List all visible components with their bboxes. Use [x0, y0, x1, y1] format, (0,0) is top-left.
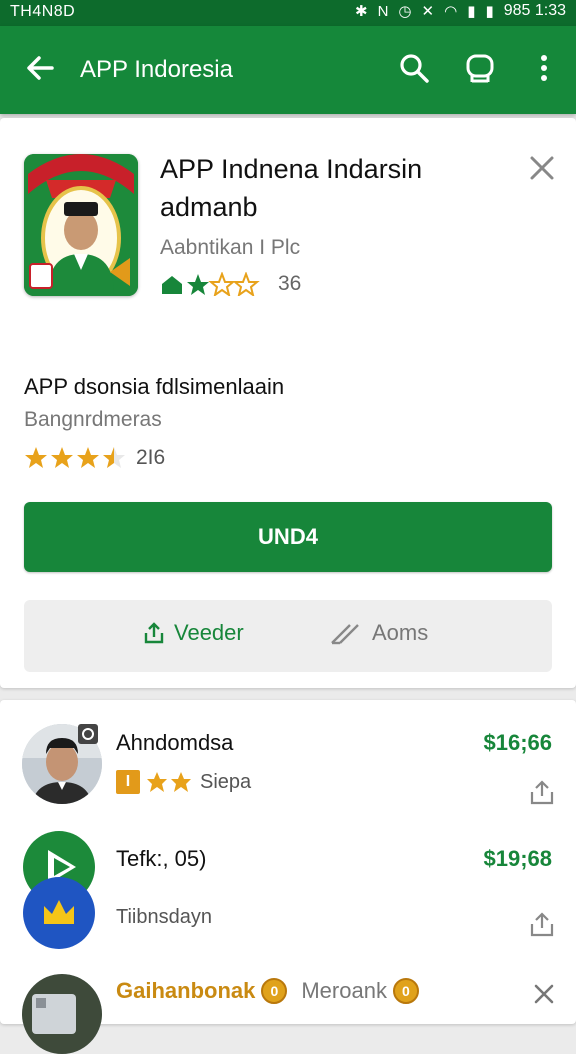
- list-item-price: $19;68: [483, 846, 552, 871]
- related-apps-card: Ahndomdsa $16;66 I Siepa Tefk:, 05) $19;…: [0, 700, 576, 1054]
- back-arrow-icon[interactable]: [22, 50, 58, 86]
- share-label: Veeder: [174, 620, 244, 645]
- search-icon[interactable]: [396, 50, 432, 86]
- list-item-name: Gaihanbonak: [116, 978, 256, 1003]
- avatar: [22, 974, 102, 1054]
- vibrate-icon: ✕: [421, 3, 435, 20]
- signal-icon: ▮: [467, 3, 476, 20]
- share-icon[interactable]: [528, 778, 556, 806]
- edit-icon: [331, 624, 359, 645]
- star-rating-icon: [25, 447, 125, 468]
- list-item-meta: I Siepa: [116, 770, 251, 794]
- app-title: APP Indnena Indarsin admanb: [160, 154, 423, 222]
- rating-count: 36: [278, 272, 302, 295]
- account-icon[interactable]: [462, 50, 498, 86]
- crown-app-icon: [23, 877, 95, 949]
- rating-stars: [162, 272, 260, 296]
- bluetooth-icon: ✱: [355, 3, 368, 20]
- list-item[interactable]: Tefk:, 05) $19;68 Tiibnsdayn: [0, 812, 576, 962]
- battery-icon: ▮: [485, 3, 494, 20]
- share-button[interactable]: Veeder: [142, 620, 244, 646]
- status-icons: ✱ N ◷ ✕ ◠ ▮ ▮ 985 1:33: [355, 2, 566, 20]
- app-subtitle: APP dsonsia fdlsimenlaain: [24, 374, 285, 399]
- wifi-icon: ◠: [444, 3, 458, 20]
- share-icon[interactable]: [528, 910, 556, 938]
- other-label: Aoms: [372, 620, 429, 645]
- list-item-name: Tefk:, 05): [116, 846, 207, 871]
- close-icon[interactable]: [532, 982, 556, 1006]
- star-rating-icon: [147, 772, 191, 792]
- carrier-label: TH4N8D: [10, 3, 76, 20]
- verified-badge-icon: [78, 724, 98, 744]
- list-item-badge: I: [116, 770, 140, 794]
- app-icon[interactable]: [24, 154, 138, 296]
- list-item[interactable]: Gaihanbonak 0 Meroank 0: [0, 966, 576, 1054]
- alarm-icon: ◷: [398, 3, 412, 20]
- app-rating: 36: [160, 272, 301, 296]
- list-item-subtitle: Tiibnsdayn: [116, 906, 212, 928]
- app-detail-card: APP Indnena Indarsin admanb Aabntikan I …: [0, 118, 576, 688]
- app-bar-title: APP Indoresia: [80, 56, 233, 83]
- subrating-count: 2I6: [136, 446, 166, 469]
- list-item[interactable]: Ahndomdsa $16;66 I Siepa: [0, 700, 576, 810]
- other-button[interactable]: Aoms: [330, 620, 428, 646]
- coin-icon: 0: [392, 978, 419, 1004]
- list-item-name: Ahndomdsa: [116, 730, 234, 755]
- more-vert-icon[interactable]: [526, 50, 562, 86]
- app-category: Bangnrdmeras: [24, 408, 162, 431]
- status-bar: TH4N8D ✱ N ◷ ✕ ◠ ▮ ▮ 985 1:33: [0, 0, 576, 26]
- nfc-icon: N: [377, 2, 389, 20]
- clock-label: 985 1:33: [503, 2, 566, 19]
- install-button[interactable]: UND4: [24, 502, 552, 572]
- list-item-subtitle: Siepa: [200, 770, 252, 793]
- list-item-secondary: Meroank: [301, 978, 387, 1003]
- close-icon[interactable]: [526, 152, 558, 184]
- list-item-price: $16;66: [483, 730, 552, 755]
- app-subrating: 2I6: [24, 446, 165, 470]
- share-icon: [144, 622, 164, 644]
- coin-icon: 0: [261, 978, 288, 1004]
- list-item-title-row: Gaihanbonak 0 Meroank 0: [116, 978, 419, 1004]
- action-bar: Veeder Aoms: [24, 600, 552, 672]
- app-bar: APP Indoresia: [0, 26, 576, 114]
- developer-name[interactable]: Aabntikan I Plc: [160, 236, 300, 260]
